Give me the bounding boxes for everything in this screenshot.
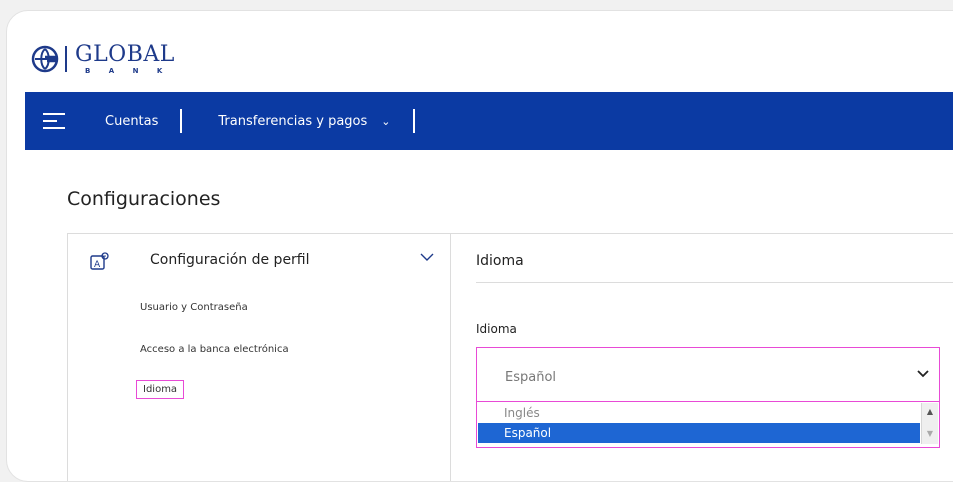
language-panel: Idioma Idioma Español Inglés Español ▲ ▼: [451, 234, 953, 481]
language-option-espanol[interactable]: Español: [478, 423, 920, 443]
settings-card: A Configuración de perfil Usuario y Cont…: [67, 233, 953, 481]
nav-item-cuentas[interactable]: Cuentas: [105, 114, 158, 129]
sidebar-item-acceso-banca[interactable]: Acceso a la banca electrónica: [140, 344, 289, 355]
panel-title: Idioma: [476, 253, 524, 269]
logo-text: GLOBAL B A N K: [75, 41, 175, 75]
language-options-list: Inglés Español ▲ ▼: [476, 401, 940, 448]
profile-settings-section-header[interactable]: A Configuración de perfil: [68, 234, 450, 278]
panel-divider: [476, 282, 953, 283]
nav-divider: [180, 109, 183, 133]
language-field-label: Idioma: [476, 322, 517, 336]
settings-sidebar: A Configuración de perfil Usuario y Cont…: [68, 234, 451, 481]
sidebar-item-idioma[interactable]: Idioma: [136, 380, 185, 399]
language-select[interactable]: Español: [476, 347, 940, 403]
globe-logo-icon: [31, 45, 59, 73]
profile-settings-icon: A: [90, 252, 109, 270]
language-select-value: Español: [505, 370, 557, 385]
logo-wordmark: GLOBAL: [75, 41, 175, 67]
nav-item-transferencias[interactable]: Transferencias y pagos ⌄: [218, 114, 390, 129]
language-option-ingles[interactable]: Inglés: [478, 403, 920, 423]
chevron-down-icon: ⌄: [381, 114, 391, 128]
scroll-up-arrow-icon[interactable]: ▲: [922, 403, 938, 421]
page-title: Configuraciones: [67, 188, 221, 210]
chevron-down-icon: [420, 253, 434, 261]
profile-settings-title: Configuración de perfil: [150, 252, 310, 268]
top-navbar: Cuentas Transferencias y pagos ⌄: [25, 92, 953, 150]
nav-divider: [412, 109, 415, 133]
sidebar-item-usuario-contrasena[interactable]: Usuario y Contraseña: [140, 302, 248, 313]
hamburger-menu-icon[interactable]: [43, 113, 65, 129]
app-window: GLOBAL B A N K Cuentas Transferencias y …: [6, 10, 953, 482]
svg-text:A: A: [94, 260, 101, 270]
global-bank-logo[interactable]: GLOBAL B A N K: [31, 39, 175, 79]
nav-item-transferencias-label: Transferencias y pagos: [218, 113, 368, 129]
chevron-down-icon: [917, 370, 929, 378]
dropdown-scrollbar[interactable]: ▲ ▼: [921, 403, 938, 444]
scroll-down-arrow-icon[interactable]: ▼: [922, 425, 938, 443]
logo-subtitle: B A N K: [85, 66, 171, 75]
logo-divider: [65, 46, 67, 72]
